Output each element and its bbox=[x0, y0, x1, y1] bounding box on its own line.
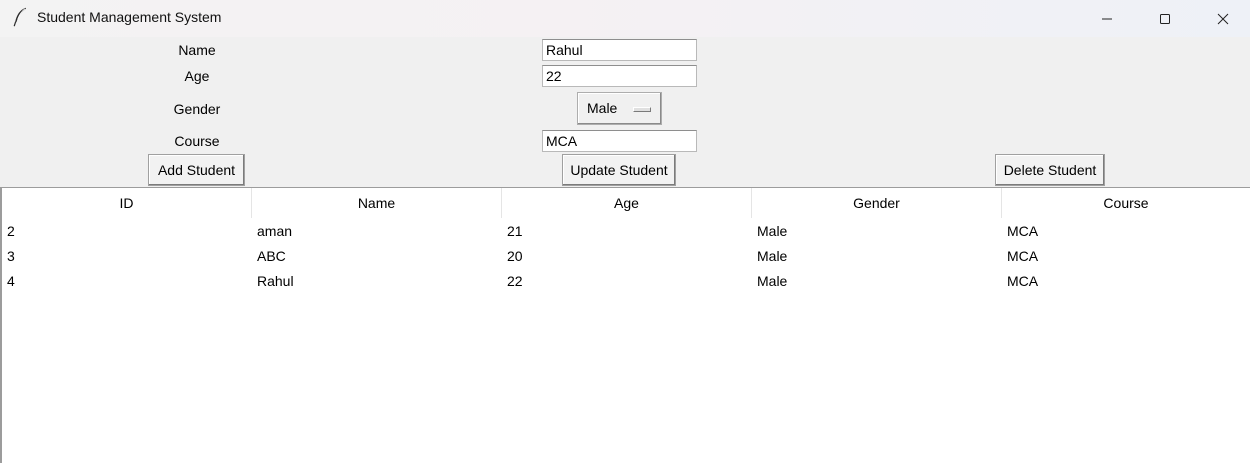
cell-name: ABC bbox=[257, 247, 286, 264]
delete-student-button[interactable]: Delete Student bbox=[995, 154, 1105, 186]
cell-course: MCA bbox=[1007, 222, 1039, 239]
age-label: Age bbox=[184, 68, 210, 84]
student-table[interactable]: ID Name Age Gender Course 2 aman 21 Male… bbox=[0, 187, 1250, 463]
gender-dropdown[interactable]: Male bbox=[577, 92, 662, 125]
column-header-course[interactable]: Course bbox=[1002, 188, 1250, 218]
cell-gender: Male bbox=[757, 247, 788, 264]
close-icon bbox=[1217, 13, 1229, 25]
name-label: Name bbox=[178, 42, 216, 58]
cell-age: 20 bbox=[507, 247, 523, 264]
student-form: Name Age Gender Male Course Add Student … bbox=[0, 37, 1250, 188]
add-student-button[interactable]: Add Student bbox=[148, 154, 245, 186]
course-label: Course bbox=[174, 133, 220, 149]
maximize-button[interactable] bbox=[1136, 0, 1194, 37]
cell-id: 4 bbox=[7, 272, 15, 289]
cell-age: 22 bbox=[507, 272, 523, 289]
name-input[interactable] bbox=[542, 39, 697, 61]
cell-age: 21 bbox=[507, 222, 523, 239]
cell-name: aman bbox=[257, 222, 293, 239]
table-body: 2 aman 21 Male MCA 3 ABC 20 Male MCA 4 R… bbox=[2, 218, 1250, 293]
minimize-button[interactable] bbox=[1078, 0, 1136, 37]
title-bar[interactable]: Student Management System bbox=[0, 0, 1250, 37]
column-header-name[interactable]: Name bbox=[252, 188, 502, 218]
gender-label: Gender bbox=[173, 101, 221, 117]
gender-selected-value: Male bbox=[587, 100, 618, 116]
cell-gender: Male bbox=[757, 272, 788, 289]
table-row[interactable]: 2 aman 21 Male MCA bbox=[2, 218, 1250, 243]
close-button[interactable] bbox=[1194, 0, 1250, 37]
column-header-gender[interactable]: Gender bbox=[752, 188, 1002, 218]
dropdown-indicator-icon bbox=[633, 107, 651, 112]
age-input[interactable] bbox=[542, 65, 697, 87]
table-row[interactable]: 4 Rahul 22 Male MCA bbox=[2, 268, 1250, 293]
table-header: ID Name Age Gender Course bbox=[2, 188, 1250, 218]
cell-course: MCA bbox=[1007, 247, 1039, 264]
column-header-age[interactable]: Age bbox=[502, 188, 752, 218]
cell-name: Rahul bbox=[257, 272, 294, 289]
cell-gender: Male bbox=[757, 222, 788, 239]
feather-icon bbox=[13, 7, 27, 27]
window-title: Student Management System bbox=[37, 9, 222, 25]
app-window: Student Management System Name Age Gende… bbox=[0, 0, 1250, 463]
cell-id: 3 bbox=[7, 247, 15, 264]
cell-id: 2 bbox=[7, 222, 15, 239]
cell-course: MCA bbox=[1007, 272, 1039, 289]
minimize-icon bbox=[1101, 13, 1113, 25]
course-input[interactable] bbox=[542, 130, 697, 152]
maximize-icon bbox=[1159, 13, 1171, 25]
column-header-id[interactable]: ID bbox=[2, 188, 252, 218]
table-row[interactable]: 3 ABC 20 Male MCA bbox=[2, 243, 1250, 268]
update-student-button[interactable]: Update Student bbox=[562, 154, 676, 186]
